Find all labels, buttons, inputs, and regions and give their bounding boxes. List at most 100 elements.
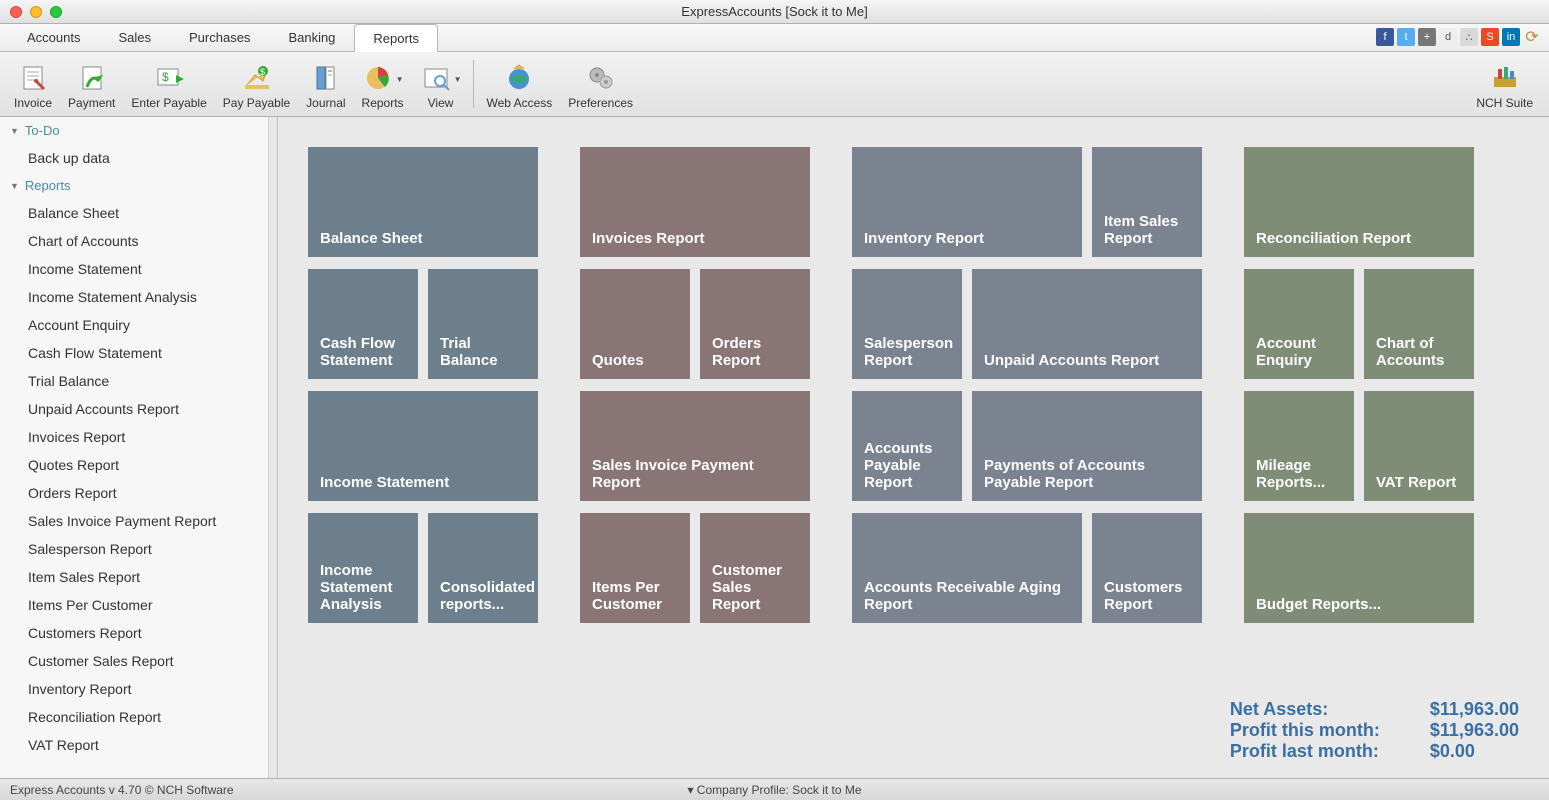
report-tile-trial-balance[interactable]: Trial Balance bbox=[428, 269, 538, 379]
toolbar-label: Reports bbox=[362, 96, 404, 110]
report-tile-sales-invoice-payment-report[interactable]: Sales Invoice Payment Report bbox=[580, 391, 810, 501]
sidebar-item-invoices-report[interactable]: Invoices Report bbox=[0, 423, 277, 451]
chevron-down-icon: ▼ bbox=[10, 181, 19, 191]
report-tile-cash-flow-statement[interactable]: Cash Flow Statement bbox=[308, 269, 418, 379]
sidebar-section-to-do[interactable]: ▼To-Do bbox=[0, 117, 277, 144]
tile-label: Inventory Report bbox=[864, 230, 984, 247]
sidebar-item-trial-balance[interactable]: Trial Balance bbox=[0, 367, 277, 395]
toolbar-preferences-button[interactable]: Preferences bbox=[560, 54, 641, 114]
twitter-icon[interactable]: t bbox=[1397, 28, 1415, 46]
report-tile-invoices-report[interactable]: Invoices Report bbox=[580, 147, 810, 257]
sidebar-item-quotes-report[interactable]: Quotes Report bbox=[0, 451, 277, 479]
report-tile-inventory-report[interactable]: Inventory Report bbox=[852, 147, 1082, 257]
sidebar-item-income-statement-analysis[interactable]: Income Statement Analysis bbox=[0, 283, 277, 311]
menu-tab-sales[interactable]: Sales bbox=[99, 23, 170, 51]
sidebar-item-item-sales-report[interactable]: Item Sales Report bbox=[0, 563, 277, 591]
report-tile-orders-report[interactable]: Orders Report bbox=[700, 269, 810, 379]
stumble-icon[interactable]: S bbox=[1481, 28, 1499, 46]
enter-payable-icon: $ bbox=[153, 62, 185, 94]
report-tile-items-per-customer[interactable]: Items Per Customer bbox=[580, 513, 690, 623]
menu-tab-reports[interactable]: Reports bbox=[354, 24, 438, 52]
toolbar-nch-suite-button[interactable]: NCH Suite bbox=[1468, 54, 1541, 114]
tile-label: VAT Report bbox=[1376, 474, 1456, 491]
sidebar-item-sales-invoice-payment-report[interactable]: Sales Invoice Payment Report bbox=[0, 507, 277, 535]
status-bar: Express Accounts v 4.70 © NCH Software ▾… bbox=[0, 778, 1549, 800]
summary-value: $11,963.00 bbox=[1430, 720, 1519, 741]
view-icon bbox=[420, 62, 452, 94]
sidebar-item-income-statement[interactable]: Income Statement bbox=[0, 255, 277, 283]
tile-label: Payments of Accounts Payable Report bbox=[984, 457, 1190, 491]
sidebar-item-orders-report[interactable]: Orders Report bbox=[0, 479, 277, 507]
close-window-button[interactable] bbox=[10, 6, 22, 18]
zoom-window-button[interactable] bbox=[50, 6, 62, 18]
sidebar-item-items-per-customer[interactable]: Items Per Customer bbox=[0, 591, 277, 619]
sidebar-item-vat-report[interactable]: VAT Report bbox=[0, 731, 277, 759]
sidebar-item-chart-of-accounts[interactable]: Chart of Accounts bbox=[0, 227, 277, 255]
toolbar-label: Web Access bbox=[486, 96, 552, 110]
report-tile-customers-report[interactable]: Customers Report bbox=[1092, 513, 1202, 623]
sidebar-item-balance-sheet[interactable]: Balance Sheet bbox=[0, 199, 277, 227]
sidebar-item-reconciliation-report[interactable]: Reconciliation Report bbox=[0, 703, 277, 731]
report-tile-balance-sheet[interactable]: Balance Sheet bbox=[308, 147, 538, 257]
sidebar-item-unpaid-accounts-report[interactable]: Unpaid Accounts Report bbox=[0, 395, 277, 423]
toolbar-label: Invoice bbox=[14, 96, 52, 110]
sidebar-item-cash-flow-statement[interactable]: Cash Flow Statement bbox=[0, 339, 277, 367]
report-tile-salesperson-report[interactable]: Salesperson Report bbox=[852, 269, 962, 379]
sidebar-item-inventory-report[interactable]: Inventory Report bbox=[0, 675, 277, 703]
google-icon[interactable]: + bbox=[1418, 28, 1436, 46]
refresh-icon[interactable]: ⟳ bbox=[1523, 28, 1541, 46]
share-icon[interactable]: ∴ bbox=[1460, 28, 1478, 46]
minimize-window-button[interactable] bbox=[30, 6, 42, 18]
tile-label: Unpaid Accounts Report bbox=[984, 352, 1159, 369]
report-tile-customer-sales-report[interactable]: Customer Sales Report bbox=[700, 513, 810, 623]
journal-icon bbox=[310, 62, 342, 94]
toolbar-payment-button[interactable]: Payment bbox=[60, 54, 123, 114]
toolbar-enter-payable-button[interactable]: $Enter Payable bbox=[123, 54, 214, 114]
sidebar-item-customers-report[interactable]: Customers Report bbox=[0, 619, 277, 647]
tile-label: Invoices Report bbox=[592, 230, 705, 247]
svg-text:$: $ bbox=[260, 67, 265, 77]
digg-icon[interactable]: d bbox=[1439, 28, 1457, 46]
report-tile-reconciliation-report[interactable]: Reconciliation Report bbox=[1244, 147, 1474, 257]
sidebar-item-account-enquiry[interactable]: Account Enquiry bbox=[0, 311, 277, 339]
summary-value: $0.00 bbox=[1430, 741, 1475, 762]
tile-label: Items Per Customer bbox=[592, 579, 678, 613]
tile-label: Sales Invoice Payment Report bbox=[592, 457, 798, 491]
report-tile-quotes[interactable]: Quotes bbox=[580, 269, 690, 379]
toolbar-view-button[interactable]: ▼View bbox=[412, 54, 470, 114]
report-tile-income-statement-analysis[interactable]: Income Statement Analysis bbox=[308, 513, 418, 623]
report-tile-accounts-receivable-aging-report[interactable]: Accounts Receivable Aging Report bbox=[852, 513, 1082, 623]
toolbar-reports-button[interactable]: ▼Reports bbox=[354, 54, 412, 114]
linkedin-icon[interactable]: in bbox=[1502, 28, 1520, 46]
report-tile-accounts-payable-report[interactable]: Accounts Payable Report bbox=[852, 391, 962, 501]
tile-label: Item Sales Report bbox=[1104, 213, 1190, 247]
report-tile-budget-reports[interactable]: Budget Reports... bbox=[1244, 513, 1474, 623]
report-tile-item-sales-report[interactable]: Item Sales Report bbox=[1092, 147, 1202, 257]
tile-label: Cash Flow Statement bbox=[320, 335, 406, 369]
toolbar-invoice-button[interactable]: Invoice bbox=[6, 54, 60, 114]
report-tile-income-statement[interactable]: Income Statement bbox=[308, 391, 538, 501]
tile-label: Mileage Reports... bbox=[1256, 457, 1342, 491]
report-tile-unpaid-accounts-report[interactable]: Unpaid Accounts Report bbox=[972, 269, 1202, 379]
sidebar-item-back-up-data[interactable]: Back up data bbox=[0, 144, 277, 172]
sidebar-item-salesperson-report[interactable]: Salesperson Report bbox=[0, 535, 277, 563]
toolbar-pay-payable-button[interactable]: $Pay Payable bbox=[215, 54, 298, 114]
tile-label: Chart of Accounts bbox=[1376, 335, 1462, 369]
report-tile-mileage-reports[interactable]: Mileage Reports... bbox=[1244, 391, 1354, 501]
report-tile-account-enquiry[interactable]: Account Enquiry bbox=[1244, 269, 1354, 379]
report-tile-chart-of-accounts[interactable]: Chart of Accounts bbox=[1364, 269, 1474, 379]
report-tile-consolidated-reports[interactable]: Consolidated reports... bbox=[428, 513, 538, 623]
menu-tab-banking[interactable]: Banking bbox=[269, 23, 354, 51]
sidebar-section-reports[interactable]: ▼Reports bbox=[0, 172, 277, 199]
toolbar-web-access-button[interactable]: Web Access bbox=[478, 54, 560, 114]
summary-value: $11,963.00 bbox=[1430, 699, 1519, 720]
report-tile-vat-report[interactable]: VAT Report bbox=[1364, 391, 1474, 501]
menu-tab-purchases[interactable]: Purchases bbox=[170, 23, 269, 51]
toolbar-journal-button[interactable]: Journal bbox=[298, 54, 353, 114]
facebook-icon[interactable]: f bbox=[1376, 28, 1394, 46]
report-tile-payments-of-accounts-payable-report[interactable]: Payments of Accounts Payable Report bbox=[972, 391, 1202, 501]
menu-tab-accounts[interactable]: Accounts bbox=[8, 23, 99, 51]
tile-label: Customer Sales Report bbox=[712, 562, 798, 613]
sidebar-item-customer-sales-report[interactable]: Customer Sales Report bbox=[0, 647, 277, 675]
tile-label: Accounts Payable Report bbox=[864, 440, 950, 491]
